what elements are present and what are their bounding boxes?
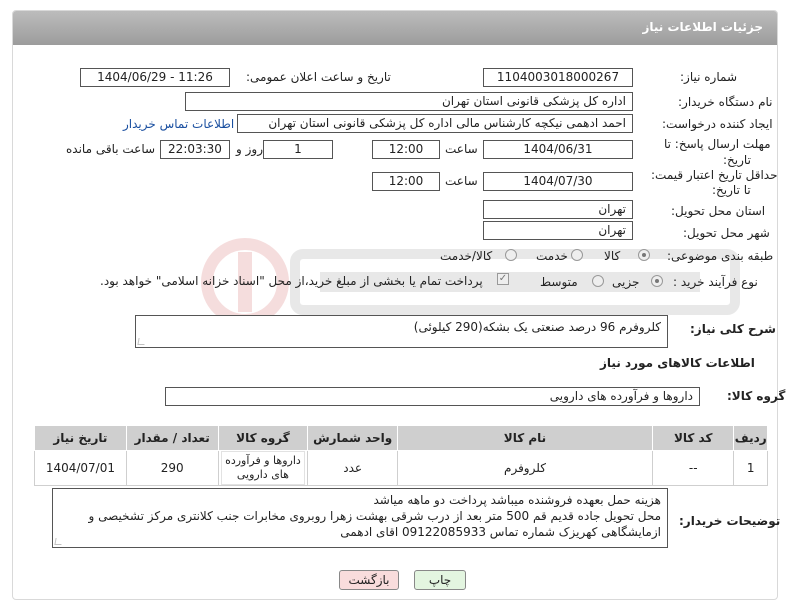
buyer-org-field: اداره کل پزشکی قانونی استان تهران [185,92,633,111]
need-number-label: شماره نیاز: [680,70,737,84]
category-option-goods: کالا [604,249,621,263]
buyer-notes-line: ازمایشگاهی کهریزک شماره تماس 09122085933… [340,525,661,539]
deadline-date-field: 1404/06/31 [483,140,633,159]
deadline-time-field: 12:00 [372,140,440,159]
goods-group-field: داروها و فرآورده های دارویی [165,387,700,406]
table-row: 1 -- کلروفرم عدد داروها و فرآورده های دا… [34,450,768,486]
goods-group-label: گروه کالا: [727,389,786,403]
category-option-service: خدمت [536,249,568,263]
cell-quantity: 290 [125,450,219,486]
cell-row: 1 [733,450,768,486]
cell-code: -- [651,450,735,486]
process-radio-partial[interactable] [651,275,663,287]
buyer-org-label: نام دستگاه خریدار: [678,95,773,109]
creator-field: احمد ادهمی نیکچه کارشناس مالی اداره کل پ… [237,114,633,133]
resize-grip-icon [137,338,146,345]
deadline-time-label: ساعت [445,142,478,156]
category-radio-goods[interactable] [638,249,650,261]
treasury-payment-note: پرداخت تمام یا بخشی از مبلغ خرید،از محل … [100,274,483,288]
col-unit: واحد شمارش [307,425,399,451]
description-textarea: کلروفرم 96 درصد صنعتی یک بشکه(290 کیلوئی… [135,315,668,348]
category-label: طبقه بندی موضوعی: [667,249,774,263]
col-code: کد کالا [651,425,735,451]
deadline-label-line1: مهلت ارسال پاسخ: تا [664,137,771,151]
days-label: روز و [236,142,263,156]
announce-label: تاریخ و ساعت اعلان عمومی: [246,70,391,84]
city-label: شهر محل تحویل: [683,226,770,240]
buyer-contact-link[interactable]: اطلاعات تماس خریدار [123,117,234,131]
cell-need-date: 1404/07/01 [34,450,127,486]
col-row: ردیف [733,425,768,451]
province-label: استان محل تحویل: [671,204,766,218]
resize-grip-icon [54,538,63,545]
need-number-field: 1104003018000267 [483,68,633,87]
city-field: تهران [483,221,633,240]
buyer-notes-textarea: هزینه حمل بعهده فروشنده میباشد پرداخت دو… [52,488,668,548]
creator-label: ایجاد کننده درخواست: [662,117,773,131]
cell-name: کلروفرم [397,450,653,486]
buyer-notes-line: هزینه حمل بعهده فروشنده میباشد پرداخت دو… [373,493,661,507]
col-name: نام کالا [397,425,653,451]
deadline-label-line2: تاریخ: [723,153,751,167]
province-field: تهران [483,200,633,219]
goods-section-title: اطلاعات کالاهای مورد نیاز [600,356,755,370]
col-group: گروه کالا [217,425,309,451]
description-label: شرح کلی نیاز: [690,322,776,336]
treasury-checkbox[interactable]: ✓ [497,273,509,285]
cell-group: داروها و فرآورده های دارویی [217,450,309,486]
process-radio-medium[interactable] [592,275,604,287]
remaining-time-field: 22:03:30 [160,140,230,159]
remaining-days-field: 1 [263,140,333,159]
price-validity-time-field: 12:00 [372,172,440,191]
print-button[interactable]: چاپ [414,570,466,590]
process-option-partial: جزیی [612,275,640,289]
category-radio-service[interactable] [571,249,583,261]
announce-field: 1404/06/29 - 11:26 [80,68,230,87]
back-button[interactable]: بازگشت [339,570,399,590]
goods-table: ردیف کد کالا نام کالا واحد شمارش گروه کا… [34,425,768,486]
category-option-goods-service: کالا/خدمت [440,249,493,263]
price-validity-date-field: 1404/07/30 [483,172,633,191]
price-validity-label-line1: حداقل تاریخ اعتبار قیمت: [651,168,778,182]
remaining-label: ساعت باقی مانده [66,142,156,156]
process-option-medium: متوسط [540,275,578,289]
category-radio-goods-service[interactable] [505,249,517,261]
panel-header: جزئیات اطلاعات نیاز [13,11,777,45]
process-type-label: نوع فرآیند خرید : [673,275,758,289]
price-validity-time-label: ساعت [445,174,478,188]
col-need-date: تاریخ نیاز [34,425,127,451]
buyer-notes-label: توضیحات خریدار: [679,514,781,528]
cell-unit: عدد [307,450,399,486]
buyer-notes-line: محل تحویل جاده قدیم قم 500 متر بعد از در… [88,509,662,523]
table-header-row: ردیف کد کالا نام کالا واحد شمارش گروه کا… [34,425,768,451]
price-validity-label-line2: تا تاریخ: [712,183,751,197]
col-quantity: تعداد / مقدار [125,425,219,451]
panel-title: جزئیات اطلاعات نیاز [642,20,763,34]
